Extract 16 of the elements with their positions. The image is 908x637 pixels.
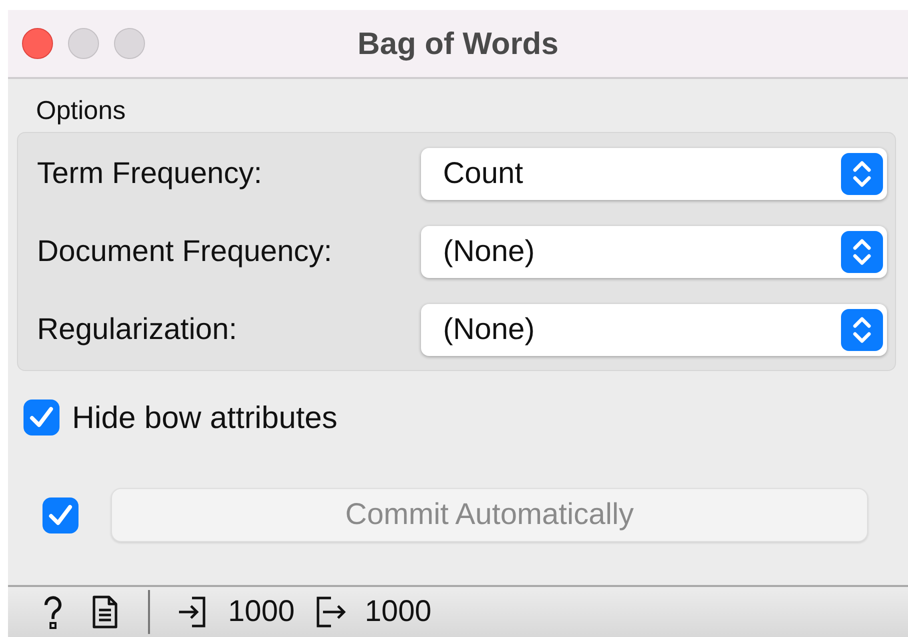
chevron-updown-icon [841,231,883,273]
dropdown[interactable]: (None) [421,304,887,356]
dropdown[interactable]: (None) [421,226,887,278]
window-title: Bag of Words [358,26,558,60]
option-label: Document Frequency: [37,235,334,269]
close-button[interactable] [22,28,53,59]
input-count: 1000 [228,595,295,629]
group-title: Options [36,95,126,125]
option-label: Term Frequency: [37,157,264,191]
chevron-updown-icon [841,309,883,351]
chevron-updown-icon [841,153,883,195]
output-count: 1000 [364,595,432,629]
dropdown[interactable]: Count [421,148,887,200]
option-label: Regularization: [37,313,238,347]
checkbox[interactable] [23,399,60,436]
checkbox-label: Hide bow attributes [72,400,338,436]
